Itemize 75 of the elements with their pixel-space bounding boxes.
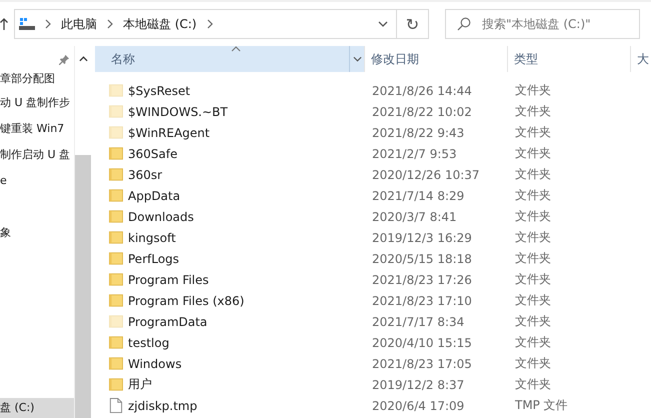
chevron-icon[interactable]: [206, 19, 213, 29]
breadcrumb[interactable]: 本地磁盘 (C:): [123, 16, 197, 32]
file-type: 文件夹: [515, 166, 551, 183]
file-name[interactable]: kingsoft: [128, 230, 176, 244]
file-type: 文件夹: [515, 187, 551, 204]
modified-date: 2020/4/10 15:15: [372, 336, 473, 350]
modified-date: 2021/8/22 10:02: [372, 104, 473, 118]
pin-icon[interactable]: [59, 54, 70, 64]
file-name[interactable]: 360Safe: [128, 146, 178, 160]
file-name[interactable]: Program Files (x86): [128, 294, 244, 308]
file-name[interactable]: Windows: [128, 356, 182, 370]
modified-date: 2019/12/2 8:37: [372, 378, 466, 392]
breadcrumb[interactable]: 此电脑: [61, 16, 97, 32]
scroll-up-icon[interactable]: [78, 56, 88, 62]
column-header[interactable]: 类型: [508, 46, 631, 72]
modified-date: 2020/3/7 8:41: [372, 210, 458, 224]
chevron-icon: [45, 19, 51, 29]
modified-date: 2020/5/15 18:18: [372, 252, 473, 266]
file-type: 文件夹: [515, 250, 551, 267]
drive-icon: [19, 17, 35, 31]
scrollbar-thumb[interactable]: [75, 155, 91, 418]
file-name[interactable]: PerfLogs: [128, 252, 180, 266]
refresh-button[interactable]: ↻: [397, 9, 429, 39]
file-name[interactable]: $WinREAgent: [128, 126, 210, 140]
modified-date: 2020/12/26 10:37: [372, 168, 481, 182]
file-type: 文件夹: [515, 271, 551, 288]
modified-date: 2019/12/3 16:29: [372, 230, 473, 244]
nav-item[interactable]: 制作启动 U 盘: [0, 142, 70, 168]
file-name[interactable]: $SysReset: [128, 84, 190, 98]
modified-date: 2021/7/14 8:29: [372, 188, 466, 202]
nav-item[interactable]: 盘 (C:): [0, 398, 74, 418]
modified-date: 2021/8/22 9:43: [372, 126, 466, 140]
file-type: 文件夹: [515, 376, 551, 393]
file-type: TMP 文件: [515, 397, 568, 414]
column-header[interactable]: 修改日期: [365, 46, 508, 72]
file-type: 文件夹: [515, 145, 551, 162]
file-type: 文件夹: [515, 229, 551, 246]
modified-date: 2021/8/23 17:26: [372, 272, 473, 286]
file-type: 文件夹: [515, 103, 551, 120]
nav-item[interactable]: 象: [0, 220, 11, 246]
file-type: 文件夹: [515, 292, 551, 309]
file-type: 文件夹: [515, 313, 551, 330]
search-icon: [457, 17, 471, 31]
file-name[interactable]: $WINDOWS.~BT: [128, 104, 228, 118]
file-name[interactable]: testlog: [128, 336, 170, 350]
file-name[interactable]: Downloads: [128, 210, 194, 224]
scrollbar[interactable]: [74, 46, 91, 418]
file-name[interactable]: 360sr: [128, 168, 162, 182]
nav-item[interactable]: 动 U 盘制作步: [0, 90, 70, 116]
up-arrow-icon[interactable]: [0, 18, 8, 30]
search-field[interactable]: 搜索"本地磁盘 (C:)": [445, 9, 640, 39]
file-type: 文件夹: [515, 208, 551, 225]
column-header[interactable]: 名称: [95, 46, 365, 72]
modified-date: 2020/6/4 17:09: [372, 398, 466, 412]
nav-item[interactable]: e: [0, 168, 7, 194]
file-type: 文件夹: [515, 82, 551, 99]
modified-date: 2021/8/23 17:05: [372, 356, 473, 370]
file-name[interactable]: AppData: [128, 188, 180, 202]
modified-date: 2021/8/23 17:10: [372, 294, 473, 308]
file-name[interactable]: zjdiskp.tmp: [128, 398, 198, 412]
file-type: 文件夹: [515, 124, 551, 141]
dropdown-icon[interactable]: [378, 21, 388, 27]
modified-date: 2021/8/26 14:44: [372, 84, 473, 98]
file-name[interactable]: ProgramData: [128, 314, 208, 328]
modified-date: 2021/2/7 9:53: [372, 146, 458, 160]
nav-item[interactable]: 键重装 Win7: [0, 116, 64, 142]
file-name[interactable]: Program Files: [128, 272, 209, 286]
chevron-icon: [107, 19, 113, 29]
file-type: 文件夹: [515, 334, 551, 351]
file-name[interactable]: 用户: [128, 376, 152, 393]
modified-date: 2021/7/17 8:34: [372, 314, 466, 328]
nav-item[interactable]: 章部分配图: [0, 72, 55, 90]
column-header[interactable]: 大: [631, 46, 651, 72]
address-bar[interactable]: 此电脑 本地磁盘 (C:): [14, 9, 397, 39]
file-type: 文件夹: [515, 355, 551, 372]
